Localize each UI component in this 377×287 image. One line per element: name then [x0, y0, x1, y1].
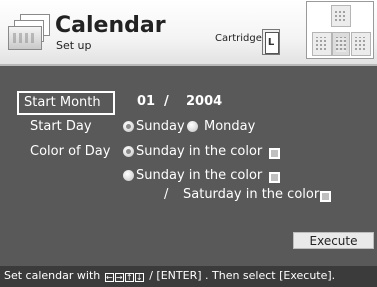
start-day-sunday-label[interactable]: Sunday	[136, 118, 185, 136]
start-day-sunday-radio[interactable]	[123, 121, 134, 132]
start-day-monday-label[interactable]: Monday	[204, 118, 255, 136]
help-suffix: / [ENTER] . Then select [Execute].	[149, 269, 336, 282]
color-option2-saturday-checkbox[interactable]	[320, 191, 331, 202]
page-title: Calendar	[55, 13, 166, 38]
up-arrow-icon: ↑	[124, 273, 134, 282]
cartridge-size-letter: L	[267, 37, 275, 48]
start-day-label: Start Day	[30, 119, 92, 134]
start-year-value[interactable]: 2004	[186, 93, 222, 111]
layout-preview	[306, 1, 374, 59]
page-subtitle: Set up	[56, 39, 92, 52]
left-arrow-icon: ←	[104, 273, 114, 282]
color-option2-sunday-label[interactable]: Sunday in the color	[136, 167, 262, 185]
cartridge-label: Cartridge	[215, 33, 262, 44]
color-option2-saturday-label[interactable]: Saturday in the color	[183, 186, 319, 204]
header-bar: Calendar Set up Cartridge L	[0, 0, 377, 66]
down-arrow-icon: ↓	[134, 273, 144, 282]
arrow-keys-icon: ← → ↑ ↓	[104, 270, 145, 283]
execute-button[interactable]: Execute	[293, 232, 374, 249]
color-option2-sunday-checkbox[interactable]	[269, 172, 280, 183]
help-bar: Set calendar with ← → ↑ ↓ / [ENTER] . Then …	[0, 266, 377, 287]
color-sunday-checkbox[interactable]	[269, 148, 280, 159]
right-arrow-icon: →	[114, 273, 124, 282]
color-sunday-saturday-radio[interactable]	[123, 170, 134, 181]
start-month-label: Start Month	[24, 95, 101, 110]
start-month-value[interactable]: 01	[137, 93, 155, 111]
color-sunday-label[interactable]: Sunday in the color	[136, 143, 262, 161]
cartridge-icon: L	[262, 29, 280, 55]
start-month-field[interactable]: Start Month	[17, 91, 115, 115]
color-of-day-label: Color of Day	[30, 144, 111, 159]
date-separator: /	[164, 94, 169, 109]
color-sunday-radio[interactable]	[123, 146, 134, 157]
calendar-stack-icon	[8, 14, 50, 52]
help-prefix: Set calendar with	[4, 269, 101, 282]
option-separator: /	[164, 187, 169, 202]
help-text: Set calendar with ← → ↑ ↓ / [ENTER] . Then …	[4, 269, 335, 283]
start-day-monday-radio[interactable]	[187, 121, 198, 132]
